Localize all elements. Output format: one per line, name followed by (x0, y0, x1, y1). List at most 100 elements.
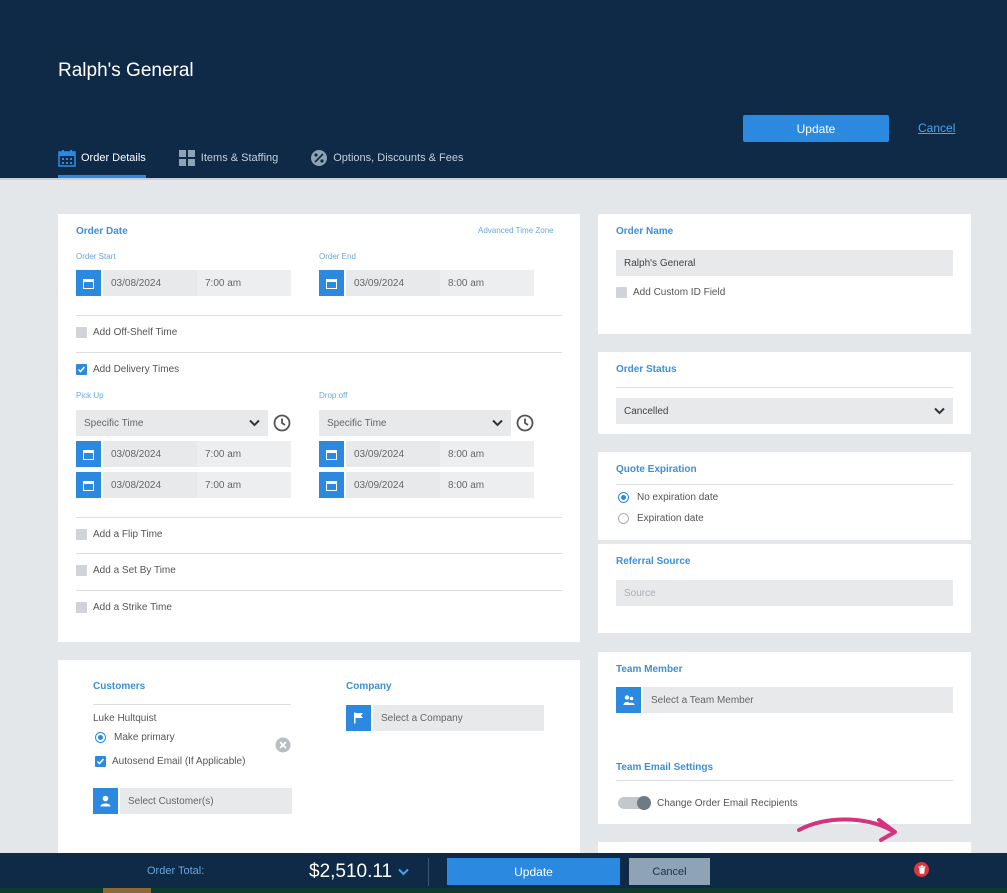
delete-order-button[interactable] (914, 862, 929, 877)
customers-card: Customers Luke Hultquist Make primary Au… (58, 660, 580, 853)
order-total-amount: $2,510.11 (309, 861, 393, 882)
start-date-calendar-button[interactable] (76, 270, 101, 296)
tab-options-discounts-fees[interactable]: Options, Discounts & Fees (310, 146, 463, 178)
order-name-input[interactable]: Ralph's General (616, 250, 953, 276)
order-start-date-input[interactable]: 03/08/2024 (103, 270, 197, 296)
percent-badge-icon (310, 149, 328, 167)
order-name-card: Order Name Ralph's General Add Custom ID… (598, 214, 971, 334)
drop-off-date-input-1[interactable]: 03/09/2024 (346, 441, 440, 467)
email-recipients-toggle-row[interactable]: Change Order Email Recipients (618, 796, 798, 810)
drop-off-time-input-1[interactable]: 8:00 am (440, 441, 534, 467)
advanced-time-zone-link[interactable]: Advanced Time Zone (478, 226, 554, 235)
select-company-input[interactable]: Select a Company (373, 705, 544, 731)
divider (76, 590, 562, 591)
tab-order-details[interactable]: Order Details (58, 146, 146, 178)
divider (76, 553, 562, 554)
email-recipients-toggle[interactable] (618, 796, 651, 810)
order-start-time-input[interactable]: 7:00 am (197, 270, 291, 296)
off-shelf-checkbox-row[interactable]: Add Off-Shelf Time (76, 327, 177, 338)
pick-up-time-input-1[interactable]: 7:00 am (197, 441, 291, 467)
drop-off-time-input-2[interactable]: 8:00 am (440, 472, 534, 498)
strike-time-checkbox[interactable] (76, 602, 87, 613)
divider (76, 352, 562, 353)
set-by-time-checkbox[interactable] (76, 565, 87, 576)
tab-label: Options, Discounts & Fees (333, 151, 464, 164)
order-total-value[interactable]: $2,510.11 (309, 861, 409, 883)
set-by-time-checkbox-row[interactable]: Add a Set By Time (76, 565, 176, 576)
pick-up-mode-select[interactable]: Specific Time (76, 410, 268, 436)
team-member-card: Team Member Select a Team Member Team Em… (598, 652, 971, 824)
select-team-member-button[interactable] (616, 687, 641, 713)
off-shelf-checkbox[interactable] (76, 327, 87, 338)
drop-off-mode-select[interactable]: Specific Time (319, 410, 511, 436)
select-team-member-input[interactable]: Select a Team Member (643, 687, 953, 713)
order-status-card: Order Status Cancelled (598, 352, 971, 434)
custom-id-checkbox[interactable] (616, 287, 627, 298)
clock-icon[interactable] (516, 414, 534, 432)
drop-off-mode-value: Specific Time (327, 417, 387, 429)
team-icon (623, 695, 634, 705)
pick-up-mode-value: Specific Time (84, 417, 144, 429)
drop-off-calendar-button-1[interactable] (319, 441, 344, 467)
flip-time-checkbox[interactable] (76, 529, 87, 540)
header-cancel-link[interactable]: Cancel (918, 121, 955, 135)
calendar-icon (83, 480, 94, 491)
drop-off-date-input-2[interactable]: 03/09/2024 (346, 472, 440, 498)
delivery-times-checkbox-row[interactable]: Add Delivery Times (76, 364, 179, 375)
select-company-button[interactable] (346, 705, 371, 731)
order-end-time-input[interactable]: 8:00 am (440, 270, 534, 296)
expiration-date-radio[interactable] (618, 513, 629, 524)
chevron-down-icon (934, 407, 945, 415)
order-status-heading: Order Status (616, 364, 677, 375)
strike-time-checkbox-row[interactable]: Add a Strike Time (76, 602, 172, 613)
custom-id-checkbox-row[interactable]: Add Custom ID Field (616, 287, 725, 298)
divider (616, 387, 953, 388)
no-expiration-radio-row[interactable]: No expiration date (618, 492, 718, 503)
team-email-settings-heading: Team Email Settings (616, 762, 714, 773)
footer-cancel-button[interactable]: Cancel (629, 858, 710, 885)
autosend-email-checkbox-row[interactable]: Autosend Email (If Applicable) (95, 756, 245, 767)
pick-up-calendar-button-2[interactable] (76, 472, 101, 498)
referral-source-input[interactable]: Source (616, 580, 953, 606)
pick-up-date-input-2[interactable]: 03/08/2024 (103, 472, 197, 498)
delivery-times-label: Add Delivery Times (93, 364, 180, 375)
customer-name: Luke Hultquist (93, 713, 157, 724)
email-recipients-label: Change Order Email Recipients (657, 797, 798, 809)
pick-up-date-input-1[interactable]: 03/08/2024 (103, 441, 197, 467)
drop-off-label: Drop off (319, 391, 348, 400)
order-end-date-input[interactable]: 03/09/2024 (346, 270, 440, 296)
order-name-heading: Order Name (616, 226, 674, 237)
end-date-calendar-button[interactable] (319, 270, 344, 296)
clock-icon[interactable] (273, 414, 291, 432)
company-heading: Company (346, 681, 392, 692)
taskbar-tab[interactable] (103, 888, 151, 893)
select-customer-input[interactable]: Select Customer(s) (120, 788, 292, 814)
header-divider (0, 178, 1007, 180)
pick-up-time-input-2[interactable]: 7:00 am (197, 472, 291, 498)
remove-customer-icon[interactable] (275, 737, 291, 753)
taskbar-strip (0, 888, 1007, 893)
flip-time-label: Add a Flip Time (93, 529, 163, 540)
tab-items-staffing[interactable]: Items & Staffing (178, 146, 278, 178)
tab-label: Items & Staffing (200, 151, 279, 164)
select-customer-button[interactable] (93, 788, 118, 814)
header-update-button[interactable]: Update (743, 115, 889, 142)
flip-time-checkbox-row[interactable]: Add a Flip Time (76, 529, 162, 540)
footer-update-button[interactable]: Update (447, 858, 620, 885)
delivery-times-checkbox[interactable] (76, 364, 87, 375)
strike-time-label: Add a Strike Time (93, 602, 172, 613)
no-expiration-radio[interactable] (618, 492, 629, 503)
quote-expiration-heading: Quote Expiration (616, 464, 697, 475)
pick-up-calendar-button-1[interactable] (76, 441, 101, 467)
make-primary-radio[interactable] (95, 732, 106, 743)
no-expiration-label: No expiration date (637, 492, 719, 503)
expiration-date-radio-row[interactable]: Expiration date (618, 513, 704, 524)
order-status-select[interactable]: Cancelled (616, 398, 953, 424)
drop-off-calendar-button-2[interactable] (319, 472, 344, 498)
person-icon (100, 795, 111, 807)
make-primary-radio-row[interactable]: Make primary (95, 732, 175, 743)
order-end-label: Order End (319, 252, 356, 261)
divider (93, 704, 291, 705)
autosend-email-checkbox[interactable] (95, 756, 106, 767)
pick-up-label: Pick Up (76, 391, 104, 400)
